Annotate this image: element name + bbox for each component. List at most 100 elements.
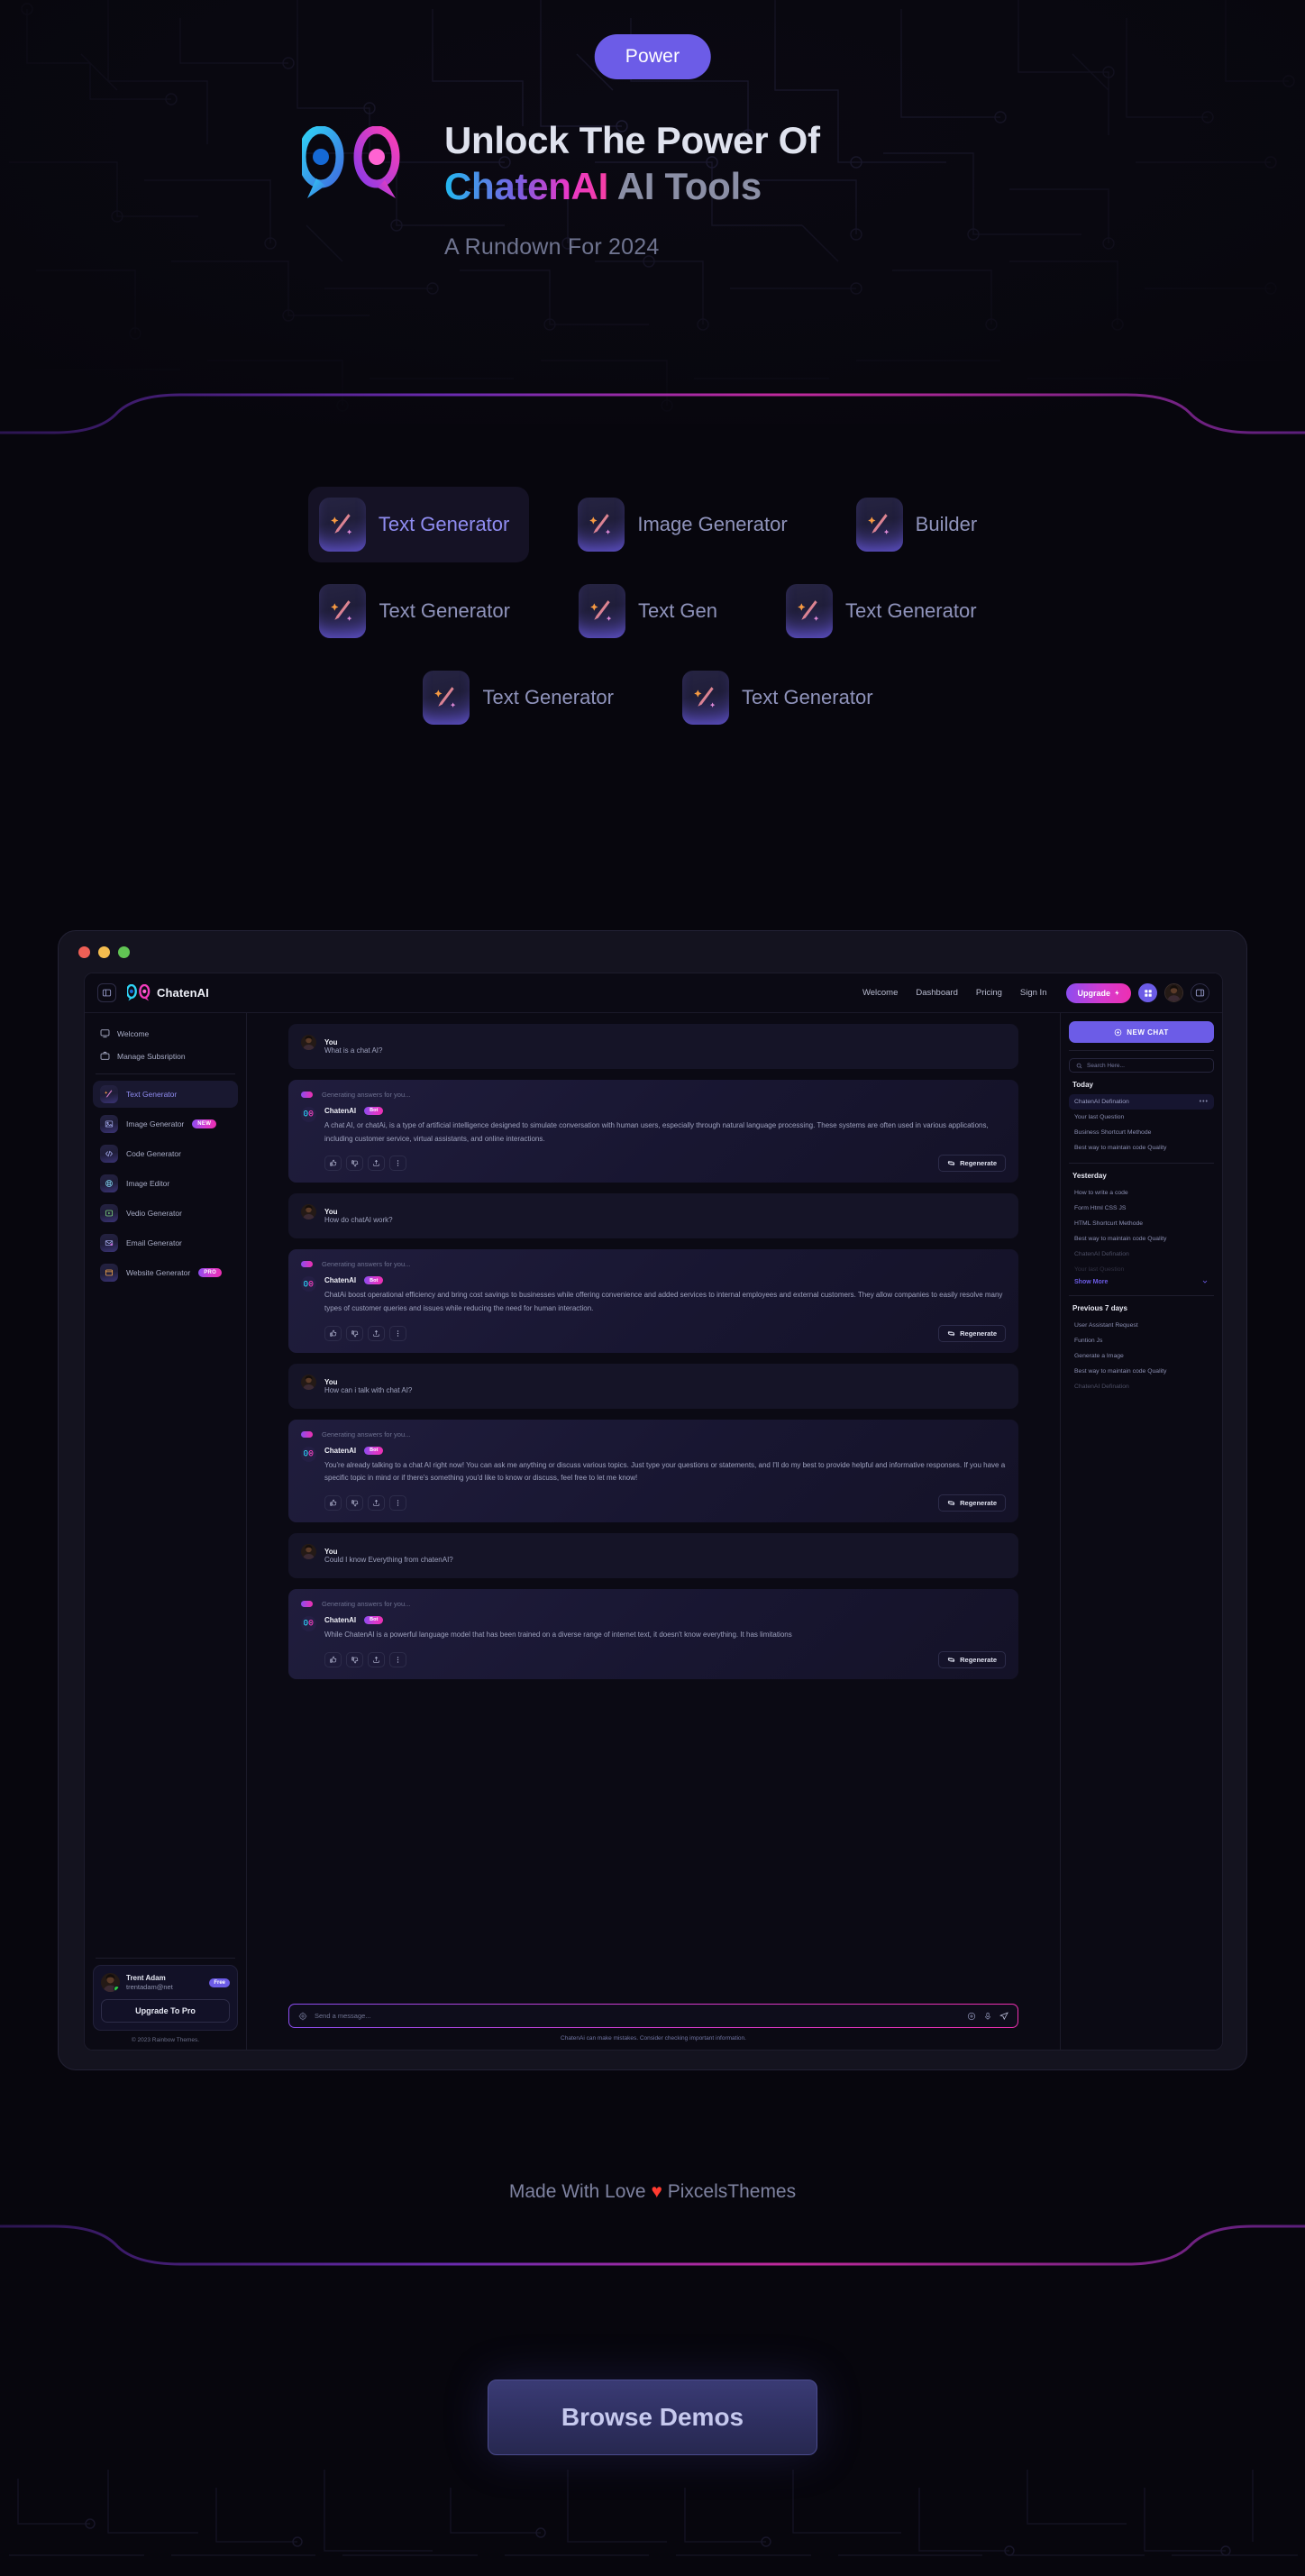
regenerate-button[interactable]: Regenerate (938, 1650, 1006, 1668)
history-item[interactable]: Best way to maintain code Quality (1069, 1231, 1214, 1247)
share-icon[interactable] (368, 1325, 385, 1341)
user-name: Trent Adam (126, 1974, 166, 1982)
history-item-label: User Assistant Request (1074, 1322, 1138, 1329)
add-attachment-icon[interactable] (967, 2012, 976, 2021)
avatar[interactable] (1164, 983, 1183, 1002)
nav-link-welcome[interactable]: Welcome (862, 988, 898, 998)
app-brand[interactable]: ChatenAI (125, 983, 209, 1001)
more-options-icon[interactable] (389, 1651, 406, 1667)
sidebar-tool-email-generator[interactable]: Email Generator (93, 1229, 238, 1256)
window-minimize-button[interactable] (98, 945, 110, 958)
nav-link-signin[interactable]: Sign In (1020, 988, 1047, 998)
thumbs-down-icon[interactable] (346, 1325, 363, 1341)
browse-demos-button[interactable]: Browse Demos (488, 2380, 817, 2455)
chat-message-list[interactable]: You What is a chat AI? Generating answer… (247, 1013, 1060, 1996)
regenerate-button[interactable]: Regenerate (938, 1155, 1006, 1173)
chatenai-logo-icon (297, 125, 403, 204)
thumbs-up-icon[interactable] (324, 1651, 342, 1667)
feature-pill-text-generator[interactable]: Text Generator (307, 487, 530, 562)
thumbs-up-icon[interactable] (324, 1495, 342, 1512)
history-item[interactable]: Your last Question (1069, 1110, 1214, 1125)
magic-wand-icon (318, 498, 366, 552)
app-nav-actions: Upgrade (1066, 982, 1209, 1003)
thumbs-down-icon[interactable] (346, 1156, 363, 1172)
history-item[interactable]: Business Shortcurt Methode (1069, 1125, 1214, 1140)
history-item[interactable]: How to write a code (1069, 1185, 1214, 1201)
send-icon[interactable] (999, 2011, 1008, 2021)
history-item[interactable]: Your last Question (1069, 1262, 1214, 1277)
app-body: Welcome Manage Subsription Text Generato… (85, 1013, 1222, 2050)
sidebar-tool-vedio-generator[interactable]: Vedio Generator (93, 1200, 238, 1227)
upgrade-button[interactable]: Upgrade (1066, 982, 1131, 1003)
microphone-icon[interactable] (983, 2012, 992, 2021)
upgrade-to-pro-button[interactable]: Upgrade To Pro (101, 1999, 230, 2023)
history-item-label: ChatenAI Defination (1074, 1099, 1129, 1105)
more-options-icon[interactable]: ••• (1200, 1099, 1209, 1105)
history-divider-3 (1069, 1295, 1214, 1296)
thumbs-down-icon[interactable] (346, 1495, 363, 1512)
thumbs-up-icon[interactable] (324, 1156, 342, 1172)
history-item[interactable]: Best way to maintain code Quality (1069, 1140, 1214, 1156)
sidebar-item-manage-subscription[interactable]: Manage Subsription (93, 1045, 238, 1067)
feature-pill-text-generator-5[interactable]: Text Generator (671, 660, 893, 735)
sidebar-tool-image-generator[interactable]: Image Generator NEW (93, 1110, 238, 1137)
user-profile-card[interactable]: Trent Adam trentadam@net Free Upgrade To… (93, 1965, 238, 2031)
feature-pill-label: Text Generator (742, 686, 873, 708)
lightning-icon (1115, 990, 1119, 996)
sidebar-tool-code-generator[interactable]: Code Generator (93, 1140, 238, 1167)
feature-pill-text-generator-4[interactable]: Text Generator (412, 660, 634, 735)
thumbs-down-icon[interactable] (346, 1651, 363, 1667)
nav-link-pricing[interactable]: Pricing (976, 988, 1002, 998)
bot-avatar-icon (301, 1446, 316, 1462)
feature-pill-text-generator-2[interactable]: Text Generator (308, 573, 530, 649)
history-item[interactable]: User Assistant Request (1069, 1318, 1214, 1333)
thumbs-up-icon[interactable] (324, 1325, 342, 1341)
more-options-icon[interactable] (389, 1495, 406, 1512)
copyright-text: © 2023 Rainbow Themes. (131, 2037, 200, 2043)
chat-message-user: You How can i talk with chat AI? (288, 1363, 1018, 1409)
history-item[interactable]: Form Html CSS JS (1069, 1201, 1214, 1216)
history-item[interactable]: Funtion Js (1069, 1333, 1214, 1348)
message-input[interactable]: Send a message... (315, 2012, 960, 2020)
sidebar-item-welcome[interactable]: Welcome (93, 1022, 238, 1045)
history-item[interactable]: ChatenAI Defination ••• (1069, 1094, 1214, 1110)
more-options-icon[interactable] (389, 1156, 406, 1172)
sidebar-tool-text-generator[interactable]: Text Generator (93, 1081, 238, 1108)
feature-row-1: Text Generator Image Generator Builder (0, 487, 1305, 562)
search-icon (1076, 1063, 1082, 1068)
chat-message-bot: Generating answers for you... ChatenAI B… (288, 1249, 1018, 1353)
feature-pill-text-gen[interactable]: Text Gen (568, 573, 737, 649)
feature-pill-text-generator-3[interactable]: Text Generator (775, 573, 997, 649)
history-item[interactable]: HTML Shortcurt Methode (1069, 1216, 1214, 1231)
window-maximize-button[interactable] (118, 945, 130, 958)
history-item-label: How to write a code (1074, 1190, 1128, 1196)
message-composer[interactable]: Send a message... (288, 2004, 1018, 2028)
apps-grid-icon[interactable] (1138, 983, 1157, 1002)
sidebar-tool-label: Code Generator (126, 1149, 181, 1158)
history-item-label: Your last Question (1074, 1114, 1125, 1120)
feature-pill-image-generator[interactable]: Image Generator (567, 487, 807, 562)
show-more-button[interactable]: Show More (1069, 1275, 1214, 1288)
search-input[interactable]: Search Here... (1069, 1058, 1214, 1073)
regenerate-button[interactable]: Regenerate (938, 1324, 1006, 1342)
history-item[interactable]: ChatenAI Defination (1069, 1379, 1214, 1394)
history-item[interactable]: Generate a Image (1069, 1348, 1214, 1364)
new-chat-button[interactable]: NEW CHAT (1069, 1021, 1214, 1043)
share-icon[interactable] (368, 1156, 385, 1172)
more-options-icon[interactable] (389, 1325, 406, 1341)
settings-icon[interactable] (298, 2012, 307, 2021)
feature-pill-builder[interactable]: Builder (845, 487, 997, 562)
sidebar-tool-website-generator[interactable]: Website Generator PRO (93, 1259, 238, 1286)
window-close-button[interactable] (78, 945, 90, 958)
regenerate-button[interactable]: Regenerate (938, 1494, 1006, 1512)
panel-toggle-icon[interactable] (1191, 983, 1209, 1002)
generating-text: Generating answers for you... (322, 1430, 411, 1439)
history-item[interactable]: ChatenAI Defination (1069, 1247, 1214, 1262)
sidebar-toggle-icon[interactable] (97, 983, 116, 1002)
hero-brand-name: ChatenAI (444, 165, 608, 208)
sidebar-tool-image-editor[interactable]: Image Editor (93, 1170, 238, 1197)
nav-link-dashboard[interactable]: Dashboard (916, 988, 957, 998)
history-item[interactable]: Best way to maintain code Quality (1069, 1364, 1214, 1379)
share-icon[interactable] (368, 1651, 385, 1667)
share-icon[interactable] (368, 1495, 385, 1512)
